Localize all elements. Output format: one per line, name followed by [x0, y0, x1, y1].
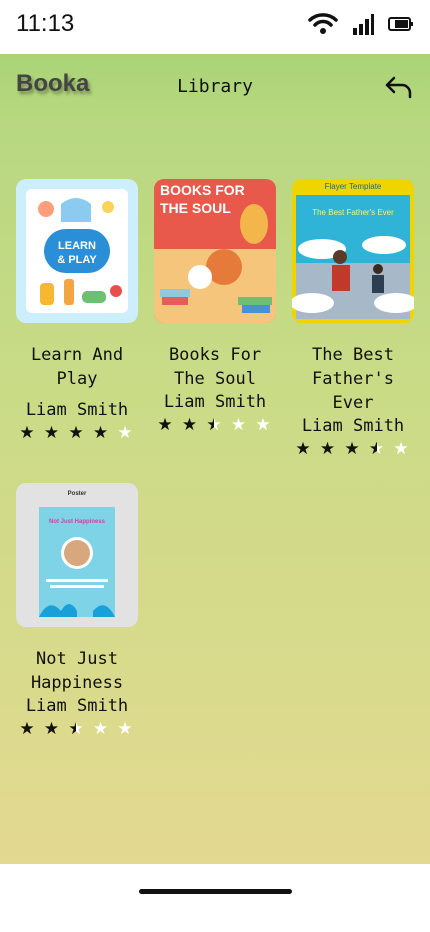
cover-line-1: Flayer Template [325, 182, 382, 191]
star-empty-icon[interactable]: ★ [114, 719, 136, 739]
star-empty-icon[interactable]: ★ [114, 423, 136, 443]
app-header: Booka Library [0, 54, 430, 116]
book-card[interactable]: LEARN & PLAY Learn And Play Liam Smith ★… [16, 179, 138, 443]
book-cover[interactable]: Flayer Template The Best Father's Ever [292, 179, 414, 323]
star-full-icon[interactable]: ★ [90, 423, 112, 443]
star-empty-icon[interactable]: ★ [228, 415, 250, 435]
star-empty-icon[interactable]: ★ [390, 439, 412, 459]
cover-line-2: The Best Father's Ever [312, 208, 394, 217]
cover-line-1: Poster [68, 491, 87, 497]
cover-line-1: LEARN [58, 240, 96, 252]
star-empty-icon[interactable]: ★ [252, 415, 274, 435]
book-title: The Best Father's Ever [312, 345, 394, 413]
back-arrow-icon[interactable] [384, 72, 414, 102]
wifi-icon [308, 13, 338, 34]
book-title: Learn And Play [30, 345, 124, 389]
star-half-icon[interactable]: ★ [203, 415, 225, 435]
cover-illustration: Poster Not Just Happiness [39, 491, 115, 617]
book-title: Books For The Soul [168, 345, 262, 389]
star-full-icon[interactable]: ★ [16, 719, 38, 739]
cover-illustration: Flayer Template The Best Father's Ever [292, 182, 414, 319]
status-icons [308, 12, 414, 36]
book-card[interactable]: BOOKS FOR THE SOUL Books For The Soul Li… [154, 179, 276, 435]
battery-icon [388, 17, 413, 31]
status-bar: 11:13 [0, 0, 430, 54]
rating-stars: ★ ★ ★ ★ ★ [16, 717, 138, 739]
star-full-icon[interactable]: ★ [341, 439, 363, 459]
star-full-icon[interactable]: ★ [317, 439, 339, 459]
star-empty-icon[interactable]: ★ [90, 719, 112, 739]
star-full-icon[interactable]: ★ [292, 439, 314, 459]
cover-line-2: THE SOUL [160, 200, 231, 216]
signal-icon [353, 14, 374, 35]
home-indicator[interactable] [139, 889, 292, 894]
rating-stars: ★ ★ ★ ★ ★ [154, 413, 276, 435]
rating-stars: ★ ★ ★ ★ ★ [292, 437, 414, 459]
rating-stars: ★ ★ ★ ★ ★ [16, 421, 138, 443]
star-full-icon[interactable]: ★ [179, 415, 201, 435]
cover-line-1: BOOKS FOR [160, 182, 245, 198]
star-full-icon[interactable]: ★ [65, 423, 87, 443]
book-author: Liam Smith [25, 400, 129, 420]
star-full-icon[interactable]: ★ [41, 423, 63, 443]
star-half-icon[interactable]: ★ [366, 439, 388, 459]
star-full-icon[interactable]: ★ [41, 719, 63, 739]
status-time: 11:13 [16, 10, 75, 37]
cover-line-2: & PLAY [57, 254, 97, 266]
library-screen: Booka Library LEARN & PLAY Learn And Pla… [0, 54, 430, 864]
book-title: Not Just Happiness [30, 649, 124, 693]
book-cover[interactable]: Poster Not Just Happiness [16, 483, 138, 627]
book-author: Liam Smith [301, 416, 405, 436]
book-cover[interactable]: LEARN & PLAY [16, 179, 138, 323]
star-full-icon[interactable]: ★ [154, 415, 176, 435]
star-full-icon[interactable]: ★ [16, 423, 38, 443]
book-author: Liam Smith [163, 392, 267, 412]
book-card[interactable]: Poster Not Just Happiness Not Just Happi… [16, 483, 138, 739]
cover-illustration: LEARN & PLAY [26, 189, 128, 313]
cover-line-2: Not Just Happiness [49, 519, 106, 525]
book-author: Liam Smith [25, 696, 129, 716]
star-half-icon[interactable]: ★ [65, 719, 87, 739]
page-title: Library [177, 76, 253, 97]
book-card[interactable]: Flayer Template The Best Father's Ever T… [292, 179, 414, 459]
book-cover[interactable]: BOOKS FOR THE SOUL [154, 179, 276, 323]
cover-illustration: BOOKS FOR THE SOUL [154, 182, 276, 323]
